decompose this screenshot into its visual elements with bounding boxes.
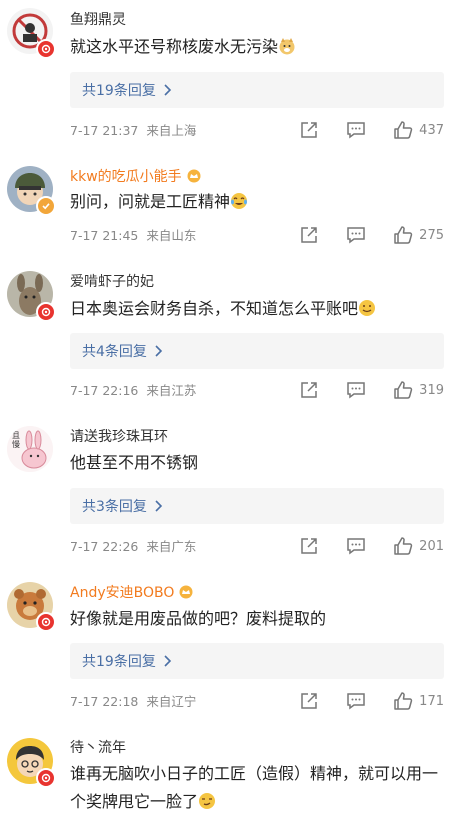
vip-crown-icon — [178, 585, 194, 604]
thumbs-up-icon — [394, 381, 413, 399]
tears-of-joy-emoji-icon — [230, 191, 248, 219]
like-count: 201 — [419, 538, 444, 554]
location: 来自上海 — [146, 123, 197, 138]
like-count: 275 — [419, 227, 444, 243]
comment-body: 谁再无脑吹小日子的工匠（造假）精神，就可以用一个奖牌甩它一脸了 — [70, 764, 439, 811]
reply-count: 共3条回复 — [82, 499, 147, 515]
comment-meta: 7-17 22:16 来自江苏 — [70, 383, 196, 399]
verified-badge-icon — [36, 196, 56, 216]
share-icon[interactable] — [300, 121, 318, 139]
comment-body: 别问，问就是工匠精神 — [70, 192, 231, 211]
comment-body: 他甚至不用不锈钢 — [70, 453, 199, 472]
like-button[interactable]: 319 — [393, 380, 444, 400]
share-icon[interactable] — [300, 692, 318, 710]
location: 来自山东 — [146, 228, 197, 243]
comment-text: 他甚至不用不锈钢 — [70, 449, 444, 477]
avatar-caption: 且 慢 — [12, 431, 20, 449]
like-button[interactable]: 171 — [393, 691, 444, 711]
comment-icon[interactable] — [346, 121, 366, 139]
chevron-right-icon — [164, 652, 172, 671]
chevron-right-icon — [164, 81, 172, 100]
comment-text: 好像就是用废品做的吧？废料提取的 — [70, 605, 444, 633]
doge-emoji-icon — [278, 36, 296, 64]
like-button[interactable]: 201 — [393, 536, 444, 556]
username[interactable]: 鱼翔鼎灵 — [70, 11, 126, 29]
reply-thread-link[interactable]: 共3条回复 — [70, 488, 444, 524]
like-count: 171 — [419, 693, 444, 709]
like-count: 437 — [419, 122, 444, 138]
comment-meta: 7-17 22:26 来自广东 — [70, 539, 196, 555]
thumbs-up-icon — [394, 121, 413, 139]
comment-icon[interactable] — [346, 692, 366, 710]
username[interactable]: 爱啃虾子的妃 — [70, 273, 154, 291]
comment-text: 日本奥运会财务自杀，不知道怎么平账吧 — [70, 295, 444, 326]
reply-thread-link[interactable]: 共19条回复 — [70, 72, 444, 108]
like-count: 319 — [419, 382, 444, 398]
username[interactable]: 待丶流年 — [70, 739, 126, 757]
location: 来自广东 — [146, 539, 197, 554]
timestamp: 7-17 21:45 — [70, 228, 139, 243]
comment-body: 日本奥运会财务自杀，不知道怎么平账吧 — [70, 299, 359, 318]
thumbs-up-icon — [394, 226, 413, 244]
thumbs-up-icon — [394, 692, 413, 710]
like-button[interactable]: 437 — [393, 120, 444, 140]
timestamp: 7-17 22:26 — [70, 539, 139, 554]
chevron-right-icon — [155, 342, 163, 361]
thumbs-up-icon — [394, 537, 413, 555]
sneer-emoji-icon — [198, 791, 216, 819]
timestamp: 7-17 22:16 — [70, 383, 139, 398]
comment-icon[interactable] — [346, 226, 366, 244]
reply-thread-link[interactable]: 共4条回复 — [70, 333, 444, 369]
username[interactable]: 请送我珍珠耳环 — [70, 428, 168, 446]
reply-count: 共19条回复 — [82, 83, 156, 99]
comment-icon[interactable] — [346, 537, 366, 555]
share-icon[interactable] — [300, 537, 318, 555]
location: 来自江苏 — [146, 383, 197, 398]
chevron-right-icon — [155, 497, 163, 516]
comment-text: 谁再无脑吹小日子的工匠（造假）精神，就可以用一个奖牌甩它一脸了 — [70, 760, 444, 819]
username[interactable]: Andy安迪BOBO — [70, 584, 194, 604]
username[interactable]: kkw的吃瓜小能手 — [70, 168, 202, 188]
grin-emoji-icon — [358, 298, 376, 326]
comment-text: 就这水平还号称核废水无污染 — [70, 33, 444, 64]
username-text: Andy安迪BOBO — [70, 585, 175, 601]
vip-crown-icon — [186, 169, 202, 188]
comment-text: 别问，问就是工匠精神 — [70, 188, 444, 219]
verified-badge-icon — [36, 302, 56, 322]
comment-body: 就这水平还号称核废水无污染 — [70, 37, 279, 56]
location: 来自辽宁 — [146, 694, 197, 709]
reply-count: 共4条回复 — [82, 344, 147, 360]
comment-meta: 7-17 22:18 来自辽宁 — [70, 694, 196, 710]
like-button[interactable]: 275 — [393, 225, 444, 245]
timestamp: 7-17 22:18 — [70, 694, 139, 709]
verified-badge-icon — [36, 612, 56, 632]
comment-icon[interactable] — [346, 381, 366, 399]
timestamp: 7-17 21:37 — [70, 123, 139, 138]
comment-meta: 7-17 21:45 来自山东 — [70, 228, 196, 244]
username-text: kkw的吃瓜小能手 — [70, 169, 182, 185]
avatar[interactable]: 且 慢 — [7, 426, 53, 472]
comment-meta: 7-17 21:37 来自上海 — [70, 123, 196, 139]
comment-body: 好像就是用废品做的吧？废料提取的 — [70, 609, 327, 628]
verified-badge-icon — [36, 768, 56, 788]
verified-badge-icon — [36, 39, 56, 59]
share-icon[interactable] — [300, 226, 318, 244]
share-icon[interactable] — [300, 381, 318, 399]
reply-thread-link[interactable]: 共19条回复 — [70, 643, 444, 679]
reply-count: 共19条回复 — [82, 654, 156, 670]
